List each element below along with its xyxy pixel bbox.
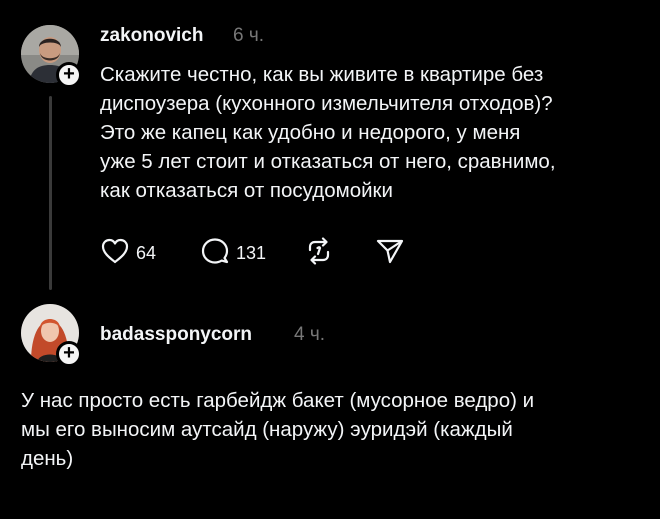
post-text-line: Это же капец как удобно и недорого, у ме… [100, 121, 521, 144]
follow-plus-button[interactable]: + [56, 341, 82, 367]
reply-body: У нас просто есть гарбейдж бакет (мусорн… [21, 386, 534, 473]
post-timestamp: 6 ч. [233, 25, 265, 46]
reply-username[interactable]: badassponycorn [100, 324, 252, 346]
post-text-line: как отказаться от посудомойки [100, 179, 393, 202]
comment-button[interactable]: 131 [200, 236, 266, 270]
thread-line [49, 96, 52, 290]
like-count: 64 [136, 242, 157, 263]
follow-plus-button[interactable]: + [56, 62, 82, 88]
reply-text-line: У нас просто есть гарбейдж бакет (мусорн… [21, 389, 535, 412]
post-text-line: Скажите честно, как вы живите в квартире… [100, 63, 544, 86]
post-body: Скажите честно, как вы живите в квартире… [100, 60, 556, 205]
like-button[interactable]: 64 [100, 236, 156, 270]
post-username[interactable]: zakonovich [100, 25, 203, 47]
comment-bubble-icon [200, 237, 230, 270]
reply-text-line: день) [21, 447, 74, 470]
repost-button[interactable] [304, 236, 334, 270]
reply-text-line: мы его выносим аутсайд (наружу) эуридэй … [21, 418, 513, 441]
comment-count: 131 [236, 242, 267, 263]
repost-icon [304, 236, 334, 270]
heart-icon [100, 237, 130, 270]
reply-timestamp: 4 ч. [294, 324, 326, 345]
send-icon [375, 237, 405, 270]
post-text-line: уже 5 лет стоит и отказаться от него, ср… [100, 150, 556, 173]
share-button[interactable] [375, 236, 405, 270]
post-text-line: диспоузера (кухонного измельчителя отход… [100, 92, 553, 115]
